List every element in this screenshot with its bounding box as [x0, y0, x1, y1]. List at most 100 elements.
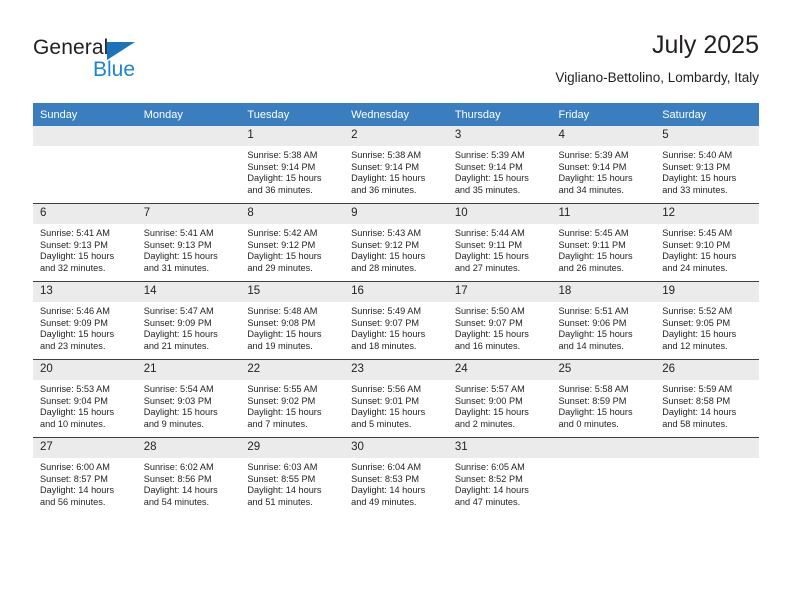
- calendar-day-cell[interactable]: 19 Sunrise: 5:52 AM Sunset: 9:05 PM Dayligh…: [655, 281, 759, 360]
- calendar-day-cell[interactable]: 5 Sunrise: 5:40 AM Sunset: 9:13 PM Daylight…: [655, 126, 759, 204]
- day-detail-daylight-1: Daylight: 15 hours: [454, 329, 529, 340]
- day-detail-sunrise: Sunrise: 5:52 AM: [662, 306, 733, 316]
- day-detail-daylight-2: and 12 minutes.: [662, 340, 728, 351]
- calendar-day-cell[interactable]: 21 Sunrise: 5:54 AM Sunset: 9:03 PM Dayligh…: [136, 359, 241, 438]
- day-details: Sunrise: 5:39 AM Sunset: 9:14 PM Daylight:…: [448, 146, 552, 196]
- day-detail-sunset: Sunset: 9:12 PM: [351, 239, 420, 250]
- day-detail-sunset: Sunset: 9:13 PM: [662, 161, 731, 172]
- day-detail-daylight-1: Daylight: 15 hours: [247, 329, 322, 340]
- day-detail-sunset: Sunset: 8:59 PM: [558, 395, 627, 406]
- day-detail-sunrise: Sunrise: 5:46 AM: [40, 306, 110, 316]
- day-detail-daylight-2: and 2 minutes.: [454, 418, 516, 429]
- calendar-day-cell[interactable]: 18 Sunrise: 5:51 AM Sunset: 9:06 PM Dayligh…: [551, 281, 656, 360]
- calendar-day-cell[interactable]: 12 Sunrise: 5:45 AM Sunset: 9:10 PM Dayligh…: [655, 203, 759, 282]
- day-detail-sunrise: Sunrise: 6:03 AM: [247, 462, 318, 472]
- day-detail-sunrise: Sunrise: 5:56 AM: [351, 384, 422, 394]
- calendar-day-cell[interactable]: 9 Sunrise: 5:43 AM Sunset: 9:12 PM Daylight…: [344, 203, 448, 282]
- calendar-day-cell[interactable]: 25 Sunrise: 5:58 AM Sunset: 8:59 PM Dayligh…: [551, 359, 656, 438]
- day-detail-sunset: Sunset: 9:08 PM: [247, 317, 316, 328]
- day-detail-daylight-1: Daylight: 15 hours: [40, 407, 115, 418]
- day-number: 28: [136, 438, 241, 458]
- day-number: 4: [551, 126, 656, 146]
- calendar-header-row: Sunday Monday Tuesday Wednesday Thursday Frid…: [33, 103, 759, 126]
- calendar-day-cell[interactable]: 24 Sunrise: 5:57 AM Sunset: 9:00 PM Dayligh…: [447, 359, 552, 438]
- calendar-day-cell[interactable]: 23 Sunrise: 5:56 AM Sunset: 9:01 PM Dayligh…: [344, 359, 448, 438]
- day-detail-daylight-2: and 34 minutes.: [558, 184, 624, 195]
- day-detail-sunset: Sunset: 9:09 PM: [40, 317, 108, 328]
- day-detail-daylight-2: and 21 minutes.: [143, 340, 210, 351]
- calendar-day-cell[interactable]: 17 Sunrise: 5:50 AM Sunset: 9:07 PM Dayligh…: [447, 281, 552, 360]
- calendar-day-cell[interactable]: 11 Sunrise: 5:45 AM Sunset: 9:11 PM Dayligh…: [551, 203, 656, 282]
- weekday-header-friday: Friday: [551, 103, 656, 126]
- brand-logo[interactable]: General Blue: [33, 36, 253, 92]
- calendar-day-cell[interactable]: 6 Sunrise: 5:41 AM Sunset: 9:13 PM Daylight…: [33, 203, 137, 282]
- calendar-day-cell[interactable]: 3 Sunrise: 5:39 AM Sunset: 9:14 PM Daylight…: [447, 126, 552, 204]
- calendar-week-row: 27 Sunrise: 6:00 AM Sunset: 8:57 PM Dayligh…: [33, 437, 759, 515]
- weekday-header-wednesday: Wednesday: [344, 103, 448, 126]
- day-detail-daylight-2: and 36 minutes.: [351, 184, 417, 195]
- day-detail-sunset: Sunset: 9:14 PM: [454, 161, 523, 172]
- calendar-day-cell[interactable]: 26 Sunrise: 5:59 AM Sunset: 8:58 PM Dayligh…: [655, 359, 759, 438]
- day-details: Sunrise: 5:51 AM Sunset: 9:06 PM Daylight:…: [552, 302, 656, 352]
- calendar-day-cell[interactable]: 30 Sunrise: 6:04 AM Sunset: 8:53 PM Dayligh…: [344, 437, 448, 515]
- day-details: Sunrise: 5:49 AM Sunset: 9:07 PM Daylight:…: [344, 302, 448, 352]
- day-details: Sunrise: 5:57 AM Sunset: 9:00 PM Daylight:…: [448, 380, 552, 430]
- day-detail-sunrise: Sunrise: 6:00 AM: [40, 462, 110, 472]
- calendar-day-cell[interactable]: 16 Sunrise: 5:49 AM Sunset: 9:07 PM Dayligh…: [344, 281, 448, 360]
- day-details: Sunrise: 5:46 AM Sunset: 9:09 PM Daylight:…: [33, 302, 137, 352]
- day-detail-sunset: Sunset: 9:05 PM: [662, 317, 731, 328]
- day-detail-daylight-1: Daylight: 15 hours: [454, 407, 529, 418]
- day-detail-daylight-1: Daylight: 15 hours: [351, 251, 426, 262]
- calendar-day-cell[interactable]: 4 Sunrise: 5:39 AM Sunset: 9:14 PM Daylight…: [551, 126, 656, 204]
- day-detail-sunset: Sunset: 9:14 PM: [247, 161, 316, 172]
- calendar-day-cell[interactable]: 27 Sunrise: 6:00 AM Sunset: 8:57 PM Dayligh…: [33, 437, 137, 515]
- day-detail-sunrise: Sunrise: 5:43 AM: [351, 228, 422, 238]
- calendar-day-cell[interactable]: 15 Sunrise: 5:48 AM Sunset: 9:08 PM Dayligh…: [240, 281, 345, 360]
- calendar-day-cell[interactable]: 29 Sunrise: 6:03 AM Sunset: 8:55 PM Dayligh…: [240, 437, 345, 515]
- day-number: 22: [240, 360, 345, 380]
- day-number: 19: [655, 282, 759, 302]
- day-number: 3: [447, 126, 552, 146]
- day-detail-daylight-1: Daylight: 15 hours: [143, 251, 218, 262]
- day-details: Sunrise: 6:02 AM Sunset: 8:56 PM Daylight:…: [137, 458, 241, 508]
- day-detail-daylight-2: and 10 minutes.: [40, 418, 106, 429]
- day-detail-daylight-2: and 24 minutes.: [662, 262, 728, 273]
- calendar-day-cell[interactable]: 2 Sunrise: 5:38 AM Sunset: 9:14 PM Daylight…: [344, 126, 448, 204]
- day-detail-sunrise: Sunrise: 5:42 AM: [247, 228, 318, 238]
- day-detail-sunrise: Sunrise: 5:47 AM: [143, 306, 214, 316]
- day-detail-sunset: Sunset: 8:57 PM: [40, 473, 108, 484]
- day-detail-sunset: Sunset: 9:09 PM: [143, 317, 212, 328]
- day-details: Sunrise: 5:40 AM Sunset: 9:13 PM Daylight:…: [655, 146, 759, 196]
- calendar-day-cell[interactable]: 28 Sunrise: 6:02 AM Sunset: 8:56 PM Dayligh…: [136, 437, 241, 515]
- day-detail-daylight-1: Daylight: 15 hours: [558, 173, 633, 184]
- day-number: [655, 438, 759, 458]
- calendar-day-cell[interactable]: 7 Sunrise: 5:41 AM Sunset: 9:13 PM Daylight…: [136, 203, 241, 282]
- calendar-day-cell[interactable]: 20 Sunrise: 5:53 AM Sunset: 9:04 PM Dayligh…: [33, 359, 137, 438]
- day-details: Sunrise: 5:48 AM Sunset: 9:08 PM Daylight:…: [240, 302, 344, 352]
- calendar-day-cell[interactable]: 13 Sunrise: 5:46 AM Sunset: 9:09 PM Dayligh…: [33, 281, 137, 360]
- day-details: Sunrise: 5:39 AM Sunset: 9:14 PM Daylight:…: [552, 146, 656, 196]
- day-detail-sunrise: Sunrise: 5:45 AM: [558, 228, 629, 238]
- day-details: Sunrise: 5:42 AM Sunset: 9:12 PM Daylight:…: [240, 224, 344, 274]
- day-detail-daylight-1: Daylight: 15 hours: [662, 173, 737, 184]
- day-detail-daylight-1: Daylight: 15 hours: [247, 173, 322, 184]
- day-detail-sunset: Sunset: 9:00 PM: [454, 395, 523, 406]
- calendar-day-cell[interactable]: 10 Sunrise: 5:44 AM Sunset: 9:11 PM Dayligh…: [447, 203, 552, 282]
- day-detail-sunset: Sunset: 9:10 PM: [662, 239, 731, 250]
- day-detail-sunrise: Sunrise: 5:50 AM: [454, 306, 525, 316]
- day-details: Sunrise: 5:53 AM Sunset: 9:04 PM Daylight:…: [33, 380, 137, 430]
- calendar-day-cell[interactable]: 22 Sunrise: 5:55 AM Sunset: 9:02 PM Dayligh…: [240, 359, 345, 438]
- day-details: Sunrise: 5:45 AM Sunset: 9:11 PM Daylight:…: [552, 224, 656, 274]
- day-number: 10: [447, 204, 552, 224]
- day-number: 31: [447, 438, 552, 458]
- day-number: 8: [240, 204, 345, 224]
- day-detail-daylight-1: Daylight: 15 hours: [454, 173, 529, 184]
- day-detail-sunrise: Sunrise: 6:02 AM: [143, 462, 214, 472]
- day-detail-daylight-2: and 7 minutes.: [247, 418, 308, 429]
- calendar-day-cell[interactable]: 8 Sunrise: 5:42 AM Sunset: 9:12 PM Daylight…: [240, 203, 345, 282]
- day-detail-daylight-2: and 49 minutes.: [351, 496, 417, 507]
- calendar-day-cell[interactable]: 31 Sunrise: 6:05 AM Sunset: 8:52 PM Dayligh…: [447, 437, 552, 515]
- day-detail-sunrise: Sunrise: 5:45 AM: [662, 228, 733, 238]
- calendar-day-cell[interactable]: 1 Sunrise: 5:38 AM Sunset: 9:14 PM Daylight…: [240, 126, 345, 204]
- calendar-day-cell[interactable]: 14 Sunrise: 5:47 AM Sunset: 9:09 PM Dayligh…: [136, 281, 241, 360]
